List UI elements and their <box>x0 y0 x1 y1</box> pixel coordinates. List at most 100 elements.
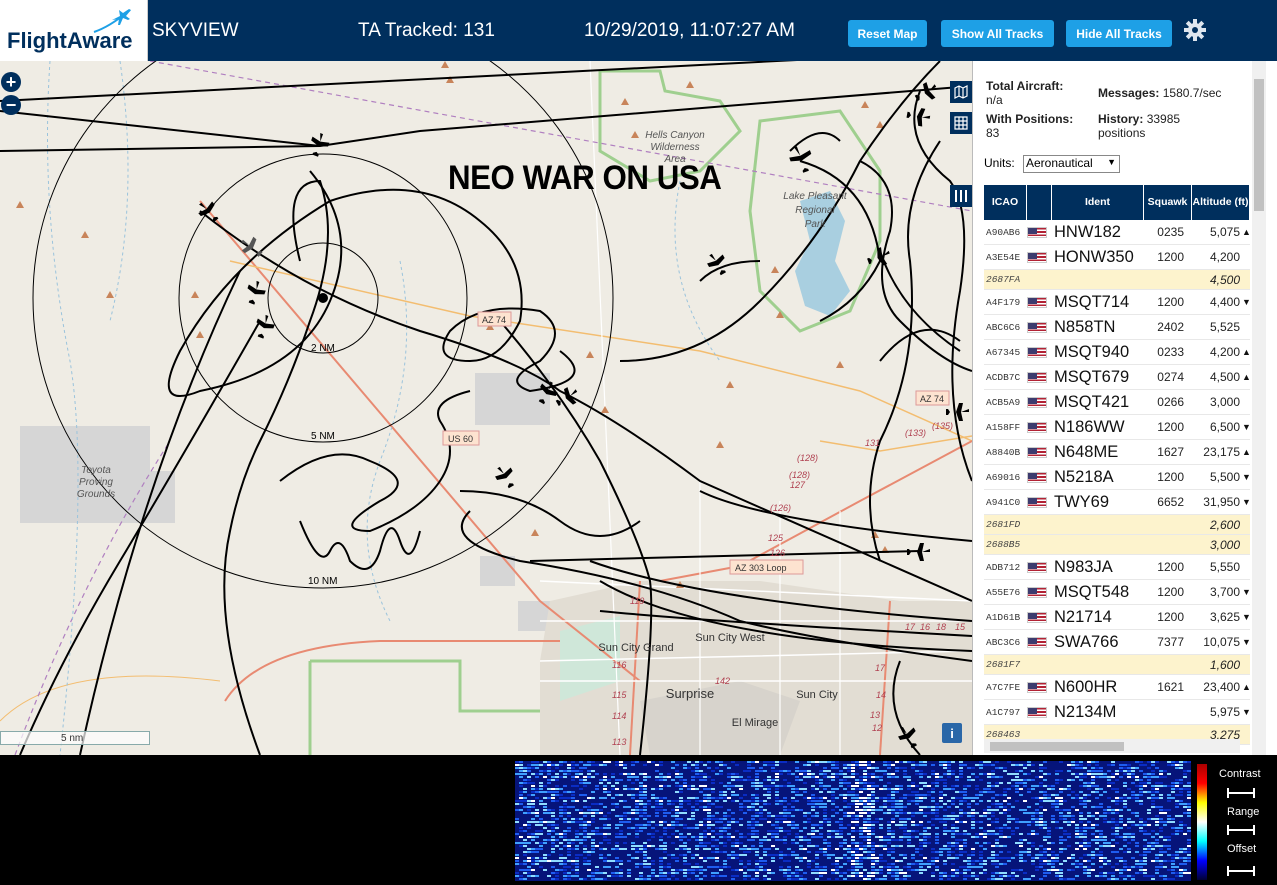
table-row[interactable]: ADB712 N983JA 1200 5,550 <box>984 555 1250 580</box>
hide-all-tracks-button[interactable]: Hide All Tracks <box>1066 20 1172 47</box>
squawk-cell: 6652 <box>1157 495 1184 509</box>
flightaware-logo[interactable]: FlightAware <box>0 0 148 61</box>
svg-text:18: 18 <box>936 622 946 632</box>
show-all-tracks-button[interactable]: Show All Tracks <box>941 20 1054 47</box>
col-squawk[interactable]: Squawk <box>1144 185 1192 220</box>
history-value: 33985 <box>1146 112 1181 126</box>
us-flag-icon <box>1027 421 1047 433</box>
altitude-cell: 4,400 <box>1209 295 1240 309</box>
table-row[interactable]: A55E76 MSQT548 1200 3,700 ▼ <box>984 580 1251 605</box>
ident-cell: N186WW <box>1054 417 1125 436</box>
ident-cell: MSQT679 <box>1054 367 1130 386</box>
table-row[interactable]: ABC3C6 SWA766 7377 10,075 ▼ <box>984 630 1251 655</box>
grid-toggle-button[interactable] <box>950 112 972 134</box>
scroll-thumb[interactable] <box>990 742 1124 751</box>
altitude-cell: 5,525 <box>1209 320 1240 334</box>
climb-indicator: ▼ <box>1242 497 1251 507</box>
svg-text:(135): (135) <box>932 421 953 431</box>
squawk-cell: 2402 <box>1157 320 1184 334</box>
icao-cell: A8840B <box>986 446 1021 458</box>
climb-indicator: ▼ <box>1242 587 1251 597</box>
table-row[interactable]: A4F179 MSQT714 1200 4,400 ▼ <box>984 290 1251 315</box>
table-row[interactable]: A8840B N648ME 1627 23,175 ▲ <box>984 440 1251 465</box>
table-row[interactable]: A1D61B N21714 1200 3,625 ▼ <box>984 605 1251 630</box>
table-row[interactable]: A158FF N186WW 1200 6,500 ▼ <box>984 415 1251 440</box>
grid-icon <box>954 116 968 130</box>
icao-cell: A67345 <box>986 346 1021 358</box>
svg-text:125: 125 <box>768 533 784 543</box>
ident-cell: N600HR <box>1054 677 1118 696</box>
svg-text:Sun City: Sun City <box>796 689 838 701</box>
panel-vertical-scrollbar[interactable] <box>1252 61 1266 755</box>
table-row[interactable]: A941C0 TWY69 6652 31,950 ▼ <box>984 490 1251 515</box>
map-view[interactable]: 2 NM 5 NM 10 NM Hells Canyon Wilderness … <box>0 61 972 755</box>
ident-cell: TWY69 <box>1054 492 1110 511</box>
us-flag-icon <box>1027 561 1047 573</box>
col-ident[interactable]: Ident <box>1052 185 1144 220</box>
offset-slider[interactable] <box>1227 866 1255 876</box>
contrast-label: Contrast <box>1219 768 1261 780</box>
range-slider[interactable] <box>1227 825 1255 835</box>
climb-indicator: ▼ <box>1242 637 1251 647</box>
panel-toggle-button[interactable] <box>950 185 972 207</box>
country-flag <box>1027 396 1052 408</box>
zoom-out-button[interactable]: − <box>1 95 21 115</box>
total-aircraft-value: n/a <box>986 93 1003 107</box>
zoom-in-button[interactable]: + <box>1 72 21 92</box>
scroll-thumb[interactable] <box>1254 79 1264 211</box>
table-row[interactable]: 2688B5 3,000 <box>984 535 1250 555</box>
info-button[interactable]: i <box>942 723 962 743</box>
icao-cell: A4F179 <box>986 296 1021 308</box>
climb-indicator: ▲ <box>1242 347 1251 357</box>
svg-text:Grounds: Grounds <box>77 489 115 500</box>
us-flag-icon <box>1027 681 1047 693</box>
selected-aircraft-icon[interactable] <box>237 233 266 262</box>
altitude-cell: 4,500 <box>1209 370 1240 384</box>
squawk-cell: 0274 <box>1157 370 1184 384</box>
country-flag <box>1027 496 1052 508</box>
panel-horizontal-scrollbar[interactable] <box>984 739 1240 753</box>
table-row[interactable]: 2687FA 4,500 <box>984 270 1250 290</box>
table-row[interactable]: A69016 N5218A 1200 5,500 ▼ <box>984 465 1251 490</box>
map-icon <box>954 85 968 99</box>
squawk-cell: 1200 <box>1157 610 1184 624</box>
colorbar <box>1197 764 1207 880</box>
bottom-left-pane <box>0 758 470 885</box>
gear-icon[interactable] <box>1183 18 1207 42</box>
squawk-cell: 0266 <box>1157 395 1184 409</box>
table-row[interactable]: A7C7FE N600HR 1621 23,400 ▲ <box>984 675 1251 700</box>
table-row[interactable]: A90AB6 HNW182 0235 5,075 ▲ <box>984 220 1251 245</box>
us-flag-icon <box>1027 471 1047 483</box>
squawk-cell: 1200 <box>1157 470 1184 484</box>
messages-label: Messages: <box>1098 86 1160 100</box>
col-flag[interactable] <box>1027 185 1052 220</box>
altitude-cell: 3,000 <box>1209 537 1240 552</box>
table-row[interactable]: ABC6C6 N858TN 2402 5,525 <box>984 315 1250 340</box>
table-row[interactable]: A1C797 N2134M 5,975 ▼ <box>984 700 1251 725</box>
svg-text:17: 17 <box>875 663 886 673</box>
table-row[interactable]: 2681F7 1,600 <box>984 655 1250 675</box>
us-flag-icon <box>1027 396 1047 408</box>
table-row[interactable]: ACB5A9 MSQT421 0266 3,000 <box>984 390 1250 415</box>
svg-text:AZ 74: AZ 74 <box>920 394 944 404</box>
reset-map-button[interactable]: Reset Map <box>848 20 927 47</box>
icao-cell: A1C797 <box>986 706 1021 718</box>
col-icao[interactable]: ICAO <box>984 185 1027 220</box>
ident-cell: MSQT940 <box>1054 342 1130 361</box>
country-flag <box>1027 226 1052 238</box>
table-row[interactable]: A3E54E HONW350 1200 4,200 <box>984 245 1250 270</box>
ident-cell: N983JA <box>1054 557 1113 576</box>
svg-text:17: 17 <box>905 622 916 632</box>
squawk-cell: 1200 <box>1157 560 1184 574</box>
table-row[interactable]: ACDB7C MSQT679 0274 4,500 ▲ <box>984 365 1251 390</box>
map-layers-button[interactable] <box>950 81 972 103</box>
col-altitude[interactable]: Altitude (ft) <box>1192 185 1250 220</box>
units-select[interactable]: Aeronautical ▼ <box>1023 155 1120 173</box>
contrast-slider[interactable] <box>1227 788 1255 798</box>
table-row[interactable]: A67345 MSQT940 0233 4,200 ▲ <box>984 340 1251 365</box>
skyview-app: FlightAware SKYVIEW TA Tracked: 131 10/2… <box>0 0 1277 885</box>
chevron-down-icon: ▼ <box>1107 157 1116 167</box>
svg-text:(128): (128) <box>797 453 818 463</box>
svg-text:113: 113 <box>612 737 626 747</box>
table-row[interactable]: 2681FD 2,600 <box>984 515 1250 535</box>
